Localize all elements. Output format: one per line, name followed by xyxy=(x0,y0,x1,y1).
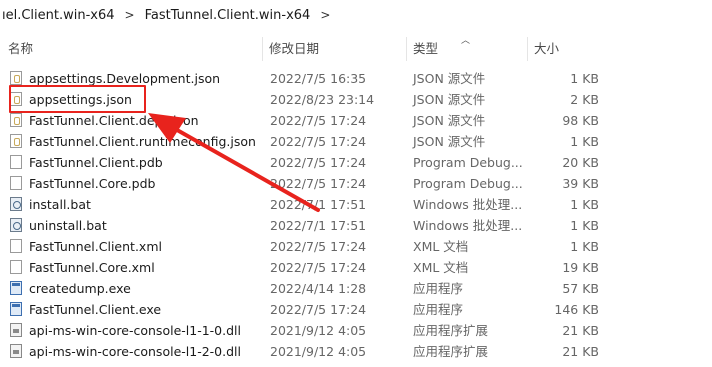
annotation-arrow-icon xyxy=(148,113,320,212)
